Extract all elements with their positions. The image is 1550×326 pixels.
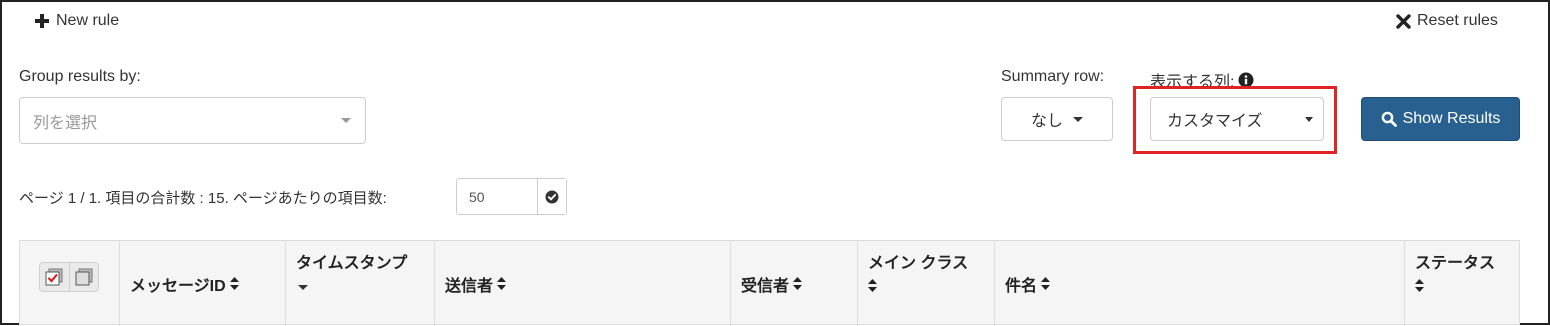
close-icon (1396, 13, 1411, 29)
show-results-label: Show Results (1402, 110, 1501, 127)
column-header-message-id[interactable]: メッセージID (119, 241, 285, 326)
group-by-placeholder: 列を選択 (33, 114, 98, 132)
sort-icon (229, 277, 239, 290)
plus-icon (35, 14, 49, 28)
new-rule-label: New rule (56, 12, 120, 29)
sort-icon (497, 277, 507, 290)
column-label: 件名 (1005, 277, 1038, 295)
new-rule-button[interactable]: New rule (34, 12, 119, 30)
summary-row-value: なし (1030, 113, 1063, 130)
column-header-status[interactable]: ステータス (1404, 241, 1519, 326)
column-label: メイン クラス (868, 255, 969, 272)
column-label: ステータス (1415, 255, 1496, 272)
reset-rules-label: Reset rules (1417, 12, 1498, 29)
per-page-control (456, 178, 567, 215)
column-label: 送信者 (445, 277, 494, 295)
sort-icon (793, 277, 803, 290)
per-page-input[interactable] (457, 179, 537, 214)
results-table-header: メッセージID タイムスタンプ 送信者 受信者 メイン クラス 件名 ステータス (19, 240, 1520, 326)
sort-icon (1415, 279, 1424, 293)
column-label: メッセージID (130, 277, 226, 295)
select-all-button[interactable] (40, 263, 69, 291)
column-label: タイムスタンプ (296, 255, 408, 272)
deselect-all-button[interactable] (68, 263, 99, 291)
caret-down-icon (1305, 117, 1313, 122)
check-all-icon (45, 268, 63, 286)
search-icon (1381, 111, 1397, 127)
column-header-sender[interactable]: 送信者 (434, 241, 730, 326)
column-header-timestamp[interactable]: タイムスタンプ (285, 241, 434, 326)
show-results-button[interactable]: Show Results (1361, 97, 1520, 141)
summary-row-label: Summary row: (1001, 68, 1105, 85)
pagination-info: ページ 1 / 1. 項目の合計数 : 15. ページあたりの項目数: (19, 190, 387, 207)
uncheck-all-icon (75, 268, 93, 286)
sort-icon (1041, 277, 1051, 290)
group-by-label: Group results by: (19, 68, 141, 85)
display-columns-value: カスタマイズ (1167, 113, 1263, 130)
check-circle-icon (545, 190, 559, 203)
chevron-down-icon (341, 118, 351, 123)
caret-down-icon (298, 285, 308, 290)
group-by-select[interactable]: 列を選択 (19, 97, 366, 144)
column-header-main-class[interactable]: メイン クラス (857, 241, 994, 326)
apply-per-page-button[interactable] (537, 179, 566, 214)
column-header-recipient[interactable]: 受信者 (730, 241, 857, 326)
sort-icon (868, 279, 877, 293)
select-all-group (39, 262, 99, 292)
summary-row-dropdown[interactable]: なし (1001, 97, 1113, 141)
reset-rules-button[interactable]: Reset rules (1396, 12, 1498, 30)
column-label: 受信者 (741, 277, 790, 295)
caret-down-icon (1073, 116, 1083, 122)
display-columns-select[interactable]: カスタマイズ (1150, 97, 1324, 141)
column-header-subject[interactable]: 件名 (994, 241, 1404, 326)
